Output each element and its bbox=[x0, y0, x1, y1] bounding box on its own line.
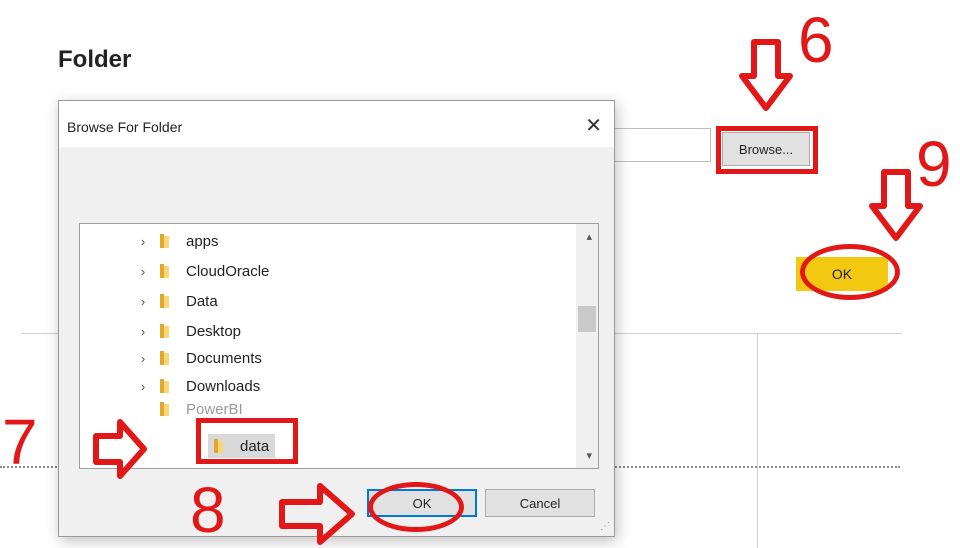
tree-item-apps[interactable]: › apps bbox=[136, 229, 219, 253]
dialog-title: Browse For Folder bbox=[67, 119, 183, 135]
highlight-ellipse-dialog-ok bbox=[368, 482, 464, 532]
tree-item-cloudoracle[interactable]: › CloudOracle bbox=[136, 259, 270, 283]
tree-item-label: Documents bbox=[186, 349, 262, 367]
folder-icon bbox=[160, 234, 176, 248]
tree-item-documents[interactable]: › Documents bbox=[136, 346, 262, 370]
tree-item-label: Data bbox=[186, 292, 218, 310]
arrow-right-icon bbox=[93, 419, 147, 479]
highlight-ellipse-ok bbox=[800, 244, 900, 300]
arrow-down-icon bbox=[869, 169, 923, 241]
arrow-right-icon bbox=[279, 483, 355, 545]
folder-icon bbox=[160, 402, 176, 416]
folder-icon bbox=[160, 379, 176, 393]
tree-item-label: CloudOracle bbox=[186, 262, 270, 280]
folder-icon bbox=[160, 264, 176, 278]
tree-item-desktop[interactable]: › Desktop bbox=[136, 319, 241, 343]
tree-item-label: PowerBI bbox=[186, 400, 243, 418]
chevron-right-icon[interactable]: › bbox=[136, 234, 150, 249]
highlight-box-data-folder bbox=[196, 418, 298, 464]
annotation-step-8: 8 bbox=[190, 474, 226, 546]
arrow-down-icon bbox=[739, 39, 793, 111]
tree-item-label: apps bbox=[186, 232, 219, 250]
chevron-right-icon[interactable]: › bbox=[136, 264, 150, 279]
scroll-up-icon[interactable]: ▴ bbox=[586, 230, 592, 243]
close-icon[interactable]: ✕ bbox=[585, 113, 602, 138]
folder-tree[interactable]: › apps › CloudOracle › Data › Desktop › … bbox=[79, 223, 599, 469]
folder-icon bbox=[160, 324, 176, 338]
folder-icon bbox=[160, 294, 176, 308]
tree-item-data[interactable]: › Data bbox=[136, 289, 218, 313]
highlight-box-browse bbox=[716, 126, 818, 174]
annotation-step-7: 7 bbox=[2, 406, 38, 478]
scroll-down-icon[interactable]: ▾ bbox=[586, 449, 592, 462]
folder-icon bbox=[160, 351, 176, 365]
resize-grip-icon[interactable]: ⋰ bbox=[600, 521, 610, 532]
divider bbox=[757, 334, 758, 548]
tree-item-downloads[interactable]: › Downloads bbox=[136, 374, 260, 398]
tree-item-label: Desktop bbox=[186, 322, 242, 340]
chevron-right-icon[interactable]: › bbox=[136, 294, 150, 309]
chevron-right-icon[interactable]: › bbox=[136, 324, 150, 339]
chevron-right-icon[interactable]: › bbox=[136, 379, 150, 394]
scrollbar[interactable]: ▴ ▾ bbox=[576, 224, 598, 468]
tree-item-label: Downloads bbox=[186, 377, 261, 395]
annotation-step-6: 6 bbox=[798, 4, 834, 76]
folder-path-field[interactable] bbox=[610, 128, 711, 162]
dialog-cancel-button[interactable]: Cancel bbox=[485, 489, 595, 517]
page-title: Folder bbox=[58, 46, 132, 73]
scroll-thumb[interactable] bbox=[578, 306, 596, 332]
tree-item-powerbi[interactable]: ⌄ PowerBI bbox=[160, 400, 243, 418]
chevron-right-icon[interactable]: › bbox=[136, 351, 150, 366]
divider bbox=[600, 466, 900, 468]
dialog-titlebar: Browse For Folder ✕ bbox=[59, 101, 614, 147]
